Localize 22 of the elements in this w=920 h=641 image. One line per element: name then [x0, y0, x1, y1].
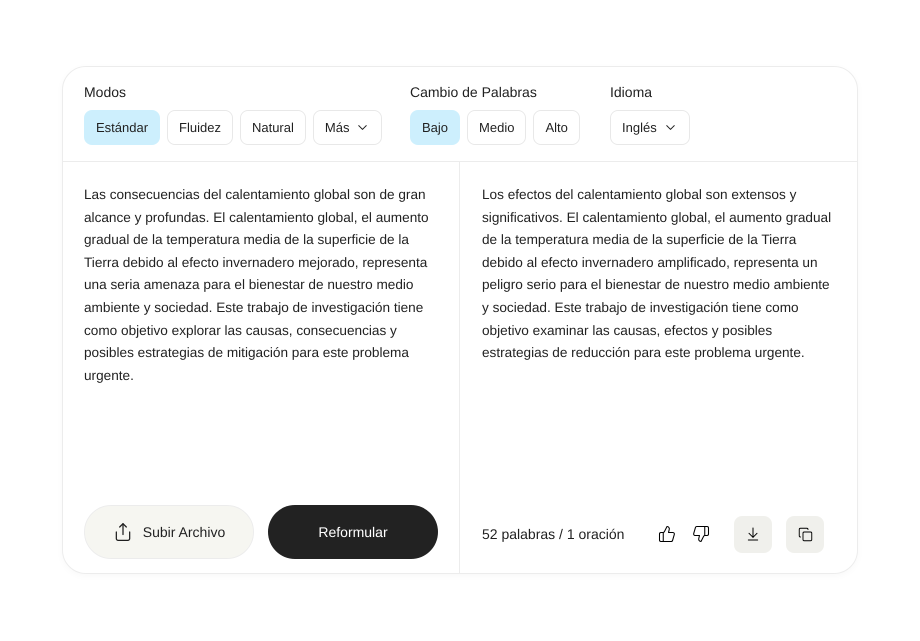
- group-label: Modos: [84, 83, 128, 101]
- option-chip[interactable]: Natural: [240, 110, 306, 145]
- output-text: Los efectos del calentamiento global son extensos y significativos. El calentamiento global, el aumento gradual de la temperatura media de la superficie de la Tierra debido al efecto invernadero amplificado, representa un peligro serio para el bienestar de nuestro medio ambiente y sociedad. Este trabajo de investigación tiene como objetivo examinar las causas, efectos y posibles estrategias de reducción para este problema urgente.: [482, 186, 832, 362]
- input-text[interactable]: Las consecuencias del calentamiento global son de gran alcance y profundas. El calentamiento global, el aumento gradual de la temperatura media de la superficie de la Tierra debido al efecto invernadero mejorado, representa una seria amenaza para el bienestar de nuestro medio ambiente y sociedad. Este trabajo de investigación tiene como objetivo explorar las causas, consecuencias y posibles estrategias de mitigación para este problema urgente.: [84, 184, 438, 505]
- group-label: Cambio de Palabras: [410, 83, 538, 101]
- word-count: 52 palabras / 1 oración: [482, 524, 624, 544]
- group-label: Idioma: [610, 83, 654, 101]
- download-button[interactable]: [734, 516, 772, 552]
- upload-icon: [112, 522, 133, 542]
- upload-button[interactable]: Subir Archivo: [84, 505, 254, 559]
- option-chip[interactable]: Bajo: [410, 110, 460, 145]
- option-chip[interactable]: Alto: [533, 110, 580, 145]
- option-chip[interactable]: Estándar: [84, 110, 160, 145]
- rephrase-button[interactable]: Reformular: [268, 505, 438, 559]
- copy-icon: [798, 526, 813, 542]
- thumbs-down-icon[interactable]: [692, 525, 710, 543]
- dropdown-button[interactable]: Inglés: [610, 110, 690, 145]
- copy-button[interactable]: [786, 516, 824, 552]
- thumbs-up-icon[interactable]: [658, 525, 676, 543]
- dropdown-button[interactable]: Más: [312, 110, 382, 145]
- option-chip[interactable]: Fluidez: [167, 110, 233, 145]
- option-chip[interactable]: Medio: [467, 110, 526, 145]
